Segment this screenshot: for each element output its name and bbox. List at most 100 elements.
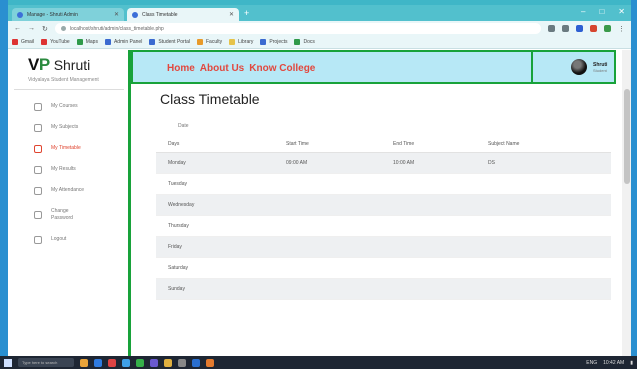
bookmark-favicon-icon <box>76 39 83 45</box>
browser-tab-manage[interactable]: Manage - Shruti Admin ✕ <box>12 8 124 21</box>
bookmark-item[interactable]: Admin Panel <box>104 39 142 45</box>
chrome-icon[interactable] <box>136 358 144 367</box>
sidebar-item-label: My Results <box>51 166 76 172</box>
table-cell <box>476 236 611 258</box>
table-cell: Thursday <box>156 215 274 237</box>
browser-tab-timetable[interactable]: Class Timetable ✕ <box>127 8 239 21</box>
file-explorer-icon[interactable] <box>80 358 88 367</box>
table-header-row: Days Start Time End Time Subject Name <box>156 137 611 153</box>
sidebar-item-results[interactable]: My Results <box>8 159 130 180</box>
tab-close-icon[interactable]: ✕ <box>114 11 119 18</box>
table-cell <box>381 278 476 300</box>
browser-menu-icon[interactable]: ⋮ <box>618 25 625 33</box>
sidebar-item-subjects[interactable]: My Subjects <box>8 117 130 138</box>
sidebar-item-change-password[interactable]: Change Password <box>8 201 130 229</box>
app-icon[interactable] <box>150 358 158 367</box>
brand-vp: VP <box>28 55 50 74</box>
page-scrollbar[interactable] <box>622 50 631 356</box>
new-tab-button[interactable]: + <box>244 8 249 18</box>
table-cell <box>274 236 381 258</box>
minimize-button[interactable]: – <box>581 7 585 16</box>
table-cell <box>381 215 476 237</box>
nav-about-link[interactable]: About Us <box>200 63 244 74</box>
address-bar[interactable]: localhost/shruti/admin/class_timetable.p… <box>54 23 541 34</box>
sidebar-item-courses[interactable]: My Courses <box>8 96 130 117</box>
bookmark-item[interactable]: Gmail <box>12 39 34 45</box>
close-window-button[interactable]: ✕ <box>618 7 625 16</box>
maximize-button[interactable]: □ <box>599 7 604 16</box>
back-arrow-icon[interactable]: ← <box>14 25 21 32</box>
sidebar-item-logout[interactable]: Logout <box>8 229 130 250</box>
app-icon[interactable] <box>206 358 214 367</box>
scrollbar-thumb[interactable] <box>624 89 630 184</box>
taskbar-search[interactable]: Type here to search <box>18 358 74 367</box>
notification-icon[interactable]: ▮ <box>630 360 633 366</box>
tab-strip: Manage - Shruti Admin ✕ Class Timetable … <box>8 5 631 21</box>
table-cell <box>476 278 611 300</box>
page-title: Class Timetable <box>160 91 260 107</box>
top-nav: Home About Us Know College <box>167 63 315 74</box>
timetable-table: Days Start Time End Time Subject Name Mo… <box>156 137 611 300</box>
nav-know-college-link[interactable]: Know College <box>249 63 315 74</box>
table-row: Wednesday <box>156 194 611 216</box>
table-cell <box>274 215 381 237</box>
app-icon[interactable] <box>108 358 116 367</box>
tab-close-icon[interactable]: ✕ <box>229 11 234 18</box>
app-icon[interactable] <box>178 358 186 367</box>
table-cell: 10:00 AM <box>381 152 476 174</box>
windows-start-icon[interactable] <box>4 358 12 367</box>
page-subtitle: Date <box>178 123 189 129</box>
table-row: Thursday <box>156 215 611 237</box>
book-icon <box>34 102 42 111</box>
edge-icon[interactable] <box>94 358 102 367</box>
nav-home-link[interactable]: Home <box>167 63 195 74</box>
user-role: Student <box>593 67 607 73</box>
extension-red-icon[interactable] <box>590 25 597 32</box>
profile-icon[interactable] <box>576 25 583 32</box>
table-cell: Wednesday <box>156 194 274 216</box>
sidebar-item-timetable[interactable]: My Timetable <box>8 138 130 159</box>
table-cell: Tuesday <box>156 173 274 195</box>
table-row: Sunday <box>156 278 611 300</box>
bookmark-item[interactable]: Student Portal <box>149 39 190 45</box>
bookmark-item[interactable]: Projects <box>260 39 287 45</box>
bookmark-favicon-icon <box>104 39 111 45</box>
table-cell <box>476 194 611 216</box>
forward-arrow-icon[interactable]: → <box>28 25 35 32</box>
column-header-subject: Subject Name <box>476 137 611 153</box>
system-tray: ENG 10:42 AM ▮ <box>586 360 633 366</box>
table-row: Tuesday <box>156 173 611 195</box>
app-icon[interactable] <box>122 358 130 367</box>
avatar <box>571 59 587 75</box>
table-cell <box>274 173 381 195</box>
bookmark-item[interactable]: Faculty <box>197 39 222 45</box>
app-icon[interactable] <box>164 358 172 367</box>
tab-title: Class Timetable <box>142 11 178 18</box>
browser-toolbar: ← → ↻ localhost/shruti/admin/class_timet… <box>8 21 631 36</box>
sidebar-border <box>128 50 131 356</box>
bookmark-item[interactable]: Docs <box>294 39 315 45</box>
bookmarks-bar: Gmail YouTube Maps Admin Panel Student P… <box>8 36 631 49</box>
reload-icon[interactable]: ↻ <box>42 25 48 33</box>
bookmark-favicon-icon <box>294 39 301 45</box>
user-info: Shruti Student <box>593 62 607 73</box>
tray-clock[interactable]: 10:42 AM <box>603 360 624 366</box>
app-icon[interactable] <box>192 358 200 367</box>
user-profile[interactable]: Shruti Student <box>531 52 614 82</box>
extension-icon[interactable] <box>548 25 555 32</box>
brand-logo[interactable]: VP Shruti <box>8 50 130 80</box>
sidebar-item-attendance[interactable]: My Attendance <box>8 180 130 201</box>
sidebar-item-label: Change Password <box>51 208 73 221</box>
bookmark-item[interactable]: YouTube <box>41 39 70 45</box>
sidebar-item-label: My Timetable <box>51 145 81 151</box>
table-cell <box>476 215 611 237</box>
user-icon <box>34 165 42 174</box>
tray-language[interactable]: ENG <box>586 360 597 366</box>
table-cell <box>274 257 381 279</box>
bookmark-star-icon[interactable] <box>562 25 569 32</box>
sidebar: VP Shruti Vidyalaya Student Management M… <box>8 50 130 356</box>
extension-green-icon[interactable] <box>604 25 611 32</box>
bookmark-item[interactable]: Library <box>229 39 253 45</box>
bookmark-item[interactable]: Maps <box>76 39 98 45</box>
site-info-icon[interactable] <box>60 26 66 31</box>
